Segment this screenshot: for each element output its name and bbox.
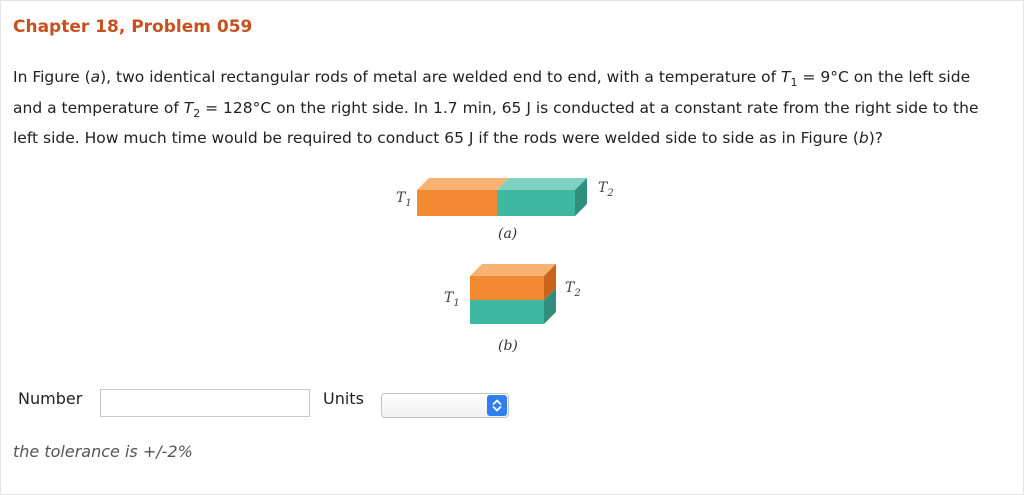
page-title: Chapter 18, Problem 059: [13, 17, 253, 37]
rods-illustration: [417, 178, 587, 324]
units-label: Units: [323, 389, 364, 408]
figure-b-rods: [470, 264, 556, 324]
figure-a-rods: [417, 178, 587, 216]
problem-statement: In Figure (a), two identical rectangular…: [13, 68, 979, 148]
figure-a-caption: (a): [498, 226, 518, 242]
chevron-up-down-icon[interactable]: [487, 395, 507, 416]
figure-a-t2-label: T2: [598, 180, 614, 199]
figure-b-t2-label: T2: [565, 280, 581, 299]
figure-b-caption: (b): [498, 338, 518, 354]
figure-b-t1-label: T1: [444, 290, 460, 309]
number-label: Number: [18, 389, 83, 408]
number-input[interactable]: [100, 389, 310, 417]
figure-a-t1-label: T1: [396, 190, 412, 209]
rods-figure: T1 T2 (a) T1 T2 (b): [380, 172, 640, 362]
tolerance-note: the tolerance is +/-2%: [13, 442, 193, 461]
units-select[interactable]: [381, 393, 509, 418]
